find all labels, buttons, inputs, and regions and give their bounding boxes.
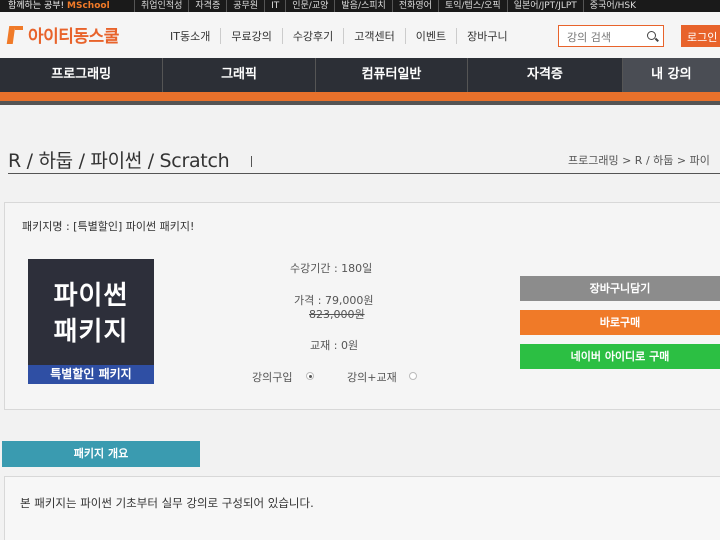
study-period: 수강기간 : 180일 <box>290 262 373 275</box>
search-input[interactable]: 강의 검색 <box>558 25 664 47</box>
nav-support[interactable]: 고객센터 <box>343 28 404 44</box>
top-link-job[interactable]: 취업인적성 <box>134 0 188 12</box>
package-thumbnail: 파이썬 패키지 특별할인 패키지 <box>28 259 154 384</box>
category-computer-general[interactable]: 컴퓨터일반 <box>314 58 467 92</box>
tab-package-overview[interactable]: 패키지 개요 <box>2 441 200 467</box>
top-link-chinese[interactable]: 중국어/HSK <box>582 0 642 12</box>
add-to-cart-button[interactable]: 장바구니담기 <box>520 276 720 301</box>
promo-text: 함께하는 공부! MSchool <box>8 1 110 11</box>
option-lecture-material-label: 강의+교재 <box>347 371 397 384</box>
material-price: 교재 : 0원 <box>310 339 359 352</box>
nav-cart[interactable]: 장바구니 <box>456 28 517 44</box>
package-name: 패키지명 : [특별할인] 파이썬 패키지! <box>22 220 195 233</box>
top-link-speech[interactable]: 발음/스피치 <box>334 0 391 12</box>
top-link-humanities[interactable]: 인문/교양 <box>285 0 334 12</box>
top-strip: 함께하는 공부! MSchool 취업인적성 자격증 공무원 IT 인문/교양 … <box>0 0 720 12</box>
login-button[interactable]: 로그인 <box>681 25 720 47</box>
naver-buy-button[interactable]: 네이버 아이디로 구매 <box>520 344 720 369</box>
overview-text: 본 패키지는 파이썬 기초부터 실무 강의로 구성되어 있습니다. <box>20 496 314 510</box>
top-link-toeic[interactable]: 토익/텝스/오픽 <box>437 0 507 12</box>
accent-shadow <box>0 101 720 105</box>
logo-icon <box>6 24 24 46</box>
title-divider <box>251 156 252 167</box>
thumbnail-title-line1: 파이썬 <box>53 281 129 311</box>
top-link-cert[interactable]: 자격증 <box>188 0 226 12</box>
accent-bar <box>0 92 720 101</box>
option-lecture-material-radio[interactable] <box>409 372 417 380</box>
page-title: R / 하둡 / 파이썬 / Scratch <box>8 150 230 172</box>
nav-free-lectures[interactable]: 무료강의 <box>220 28 281 44</box>
category-certificates[interactable]: 자격증 <box>467 58 621 92</box>
top-category-links: 취업인적성 자격증 공무원 IT 인문/교양 발음/스피치 전화영어 토익/텝스… <box>134 0 642 12</box>
buy-now-button[interactable]: 바로구매 <box>520 310 720 335</box>
logo-text: 아이티동스쿨 <box>28 27 119 47</box>
nav-reviews[interactable]: 수강후기 <box>281 28 343 44</box>
nav-events[interactable]: 이벤트 <box>404 28 456 44</box>
title-underline <box>8 173 720 174</box>
category-graphics[interactable]: 그래픽 <box>162 58 314 92</box>
search-placeholder: 강의 검색 <box>567 31 611 44</box>
site-header: 아이티동스쿨 IT동소개 무료강의 수강후기 고객센터 이벤트 장바구니 강의 … <box>0 12 720 58</box>
top-link-it[interactable]: IT <box>264 0 285 12</box>
promo-brand[interactable]: MSchool <box>67 1 110 11</box>
top-link-japanese[interactable]: 일본어/JPT/JLPT <box>506 0 583 12</box>
breadcrumb[interactable]: 프로그래밍 > R / 하둡 > 파이 <box>568 152 710 168</box>
option-lecture-radio[interactable] <box>306 372 314 380</box>
nav-about[interactable]: IT동소개 <box>160 28 220 44</box>
original-price: 823,000원 <box>309 308 365 321</box>
top-link-civil[interactable]: 공무원 <box>226 0 264 12</box>
category-my-lectures[interactable]: 내 강의 <box>621 58 720 92</box>
main-nav: IT동소개 무료강의 수강후기 고객센터 이벤트 장바구니 <box>160 28 518 44</box>
option-lecture-label: 강의구입 <box>252 371 293 384</box>
thumbnail-band: 특별할인 패키지 <box>28 365 154 384</box>
site-logo[interactable]: 아이티동스쿨 <box>6 22 119 47</box>
category-bar: 프로그래밍 그래픽 컴퓨터일반 자격증 내 강의 <box>0 58 720 92</box>
thumbnail-title-line2: 패키지 <box>53 317 129 347</box>
search-icon[interactable] <box>647 31 656 40</box>
category-programming[interactable]: 프로그래밍 <box>0 58 162 92</box>
top-link-phone-english[interactable]: 전화영어 <box>391 0 438 12</box>
